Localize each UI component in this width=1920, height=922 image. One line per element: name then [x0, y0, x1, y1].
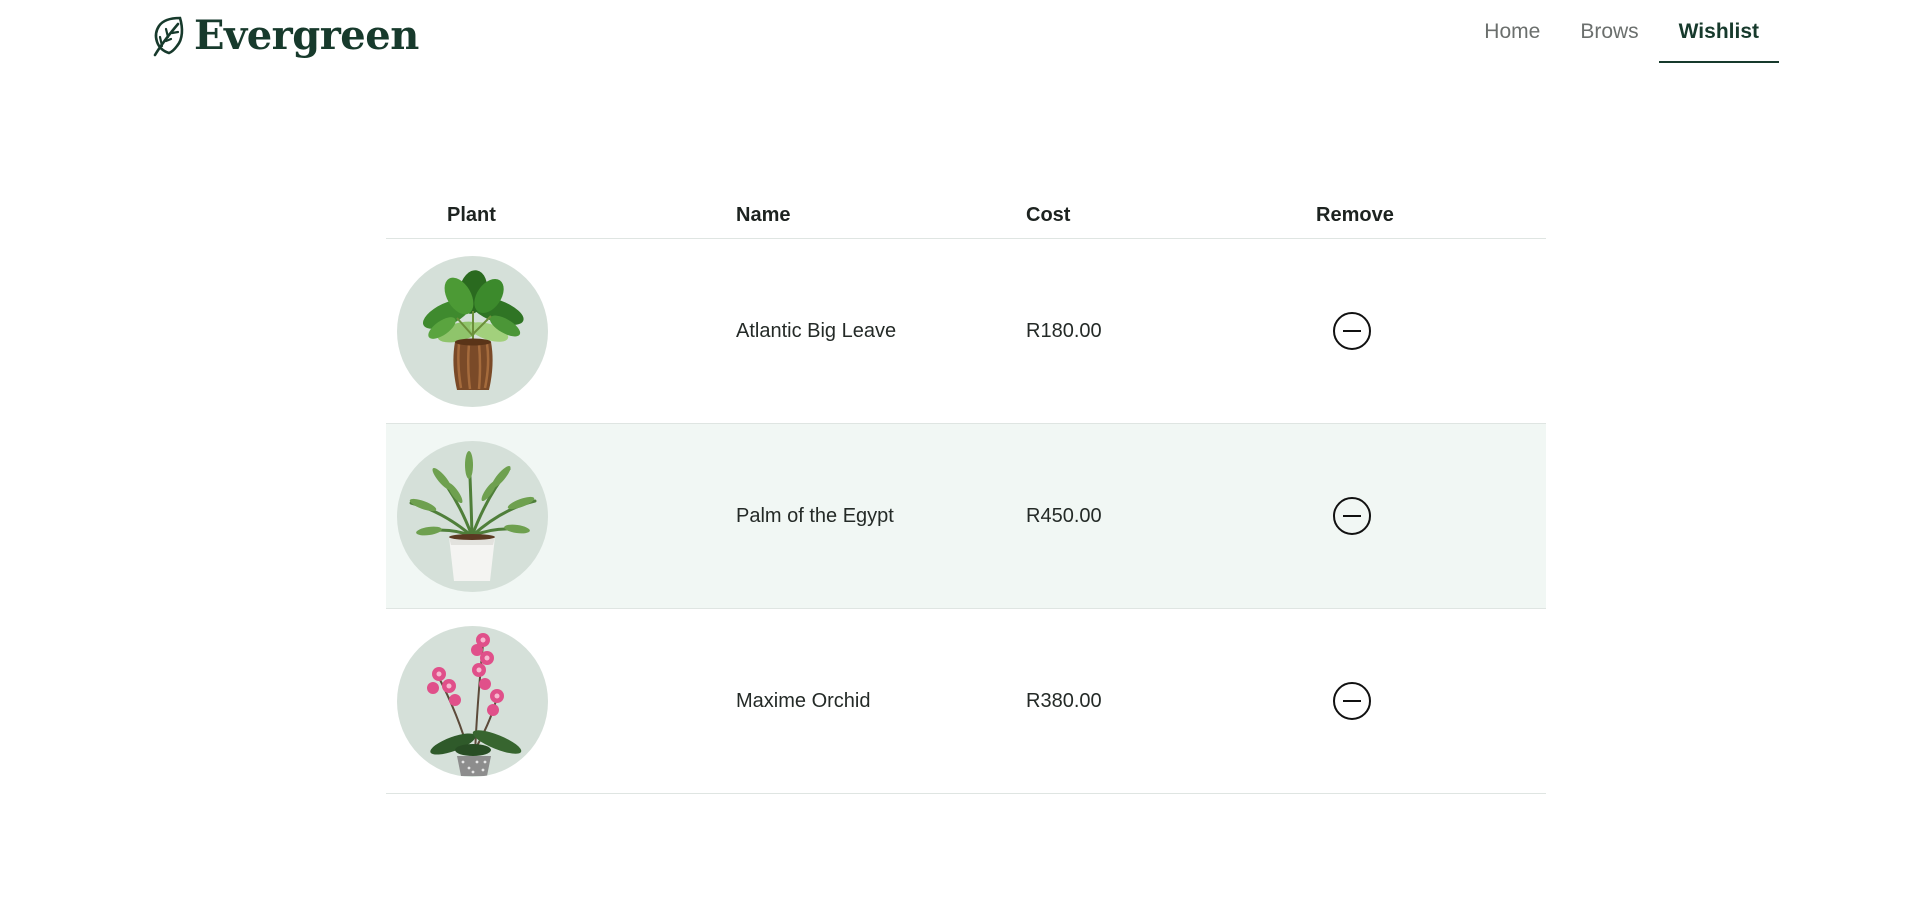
leaf-icon — [153, 16, 184, 57]
nav-wishlist[interactable]: Wishlist — [1658, 0, 1780, 64]
table-row: Palm of the Egypt R450.00 — [386, 424, 1546, 609]
remove-button[interactable] — [1333, 682, 1371, 720]
table-header: Plant Name Cost Remove — [386, 193, 1546, 239]
brand-logo[interactable]: Evergreen — [150, 12, 419, 60]
orchid-icon — [427, 632, 522, 776]
plant-name: Maxime Orchid — [736, 689, 871, 712]
remove-button[interactable] — [1333, 312, 1371, 350]
plant-cost: R450.00 — [1026, 504, 1102, 527]
plant-image — [397, 440, 548, 592]
remove-button[interactable] — [1333, 497, 1371, 535]
plant-cost: R180.00 — [1026, 319, 1102, 342]
main-nav: Home Brows Wishlist — [1464, 0, 1780, 64]
plant-image — [397, 255, 548, 407]
plant-cell — [386, 440, 736, 592]
potted-palm-icon — [409, 450, 537, 581]
column-header-name: Name — [736, 204, 791, 226]
remove-cell — [1316, 312, 1546, 350]
table-row: Atlantic Big Leave R180.00 — [386, 239, 1546, 424]
column-header-plant: Plant — [447, 204, 496, 226]
potted-leafy-plant-icon — [422, 269, 524, 390]
plant-cell — [386, 625, 736, 777]
site-header: Evergreen Home Brows Wishlist — [0, 0, 1920, 78]
table-row: Maxime Orchid R380.00 — [386, 609, 1546, 794]
wishlist-table: Plant Name Cost Remove Atlantic Big Leav… — [386, 193, 1546, 794]
column-header-cost: Cost — [1026, 204, 1071, 226]
plant-cell — [386, 255, 736, 407]
plant-name: Palm of the Egypt — [736, 504, 894, 527]
column-header-remove: Remove — [1316, 204, 1394, 226]
plant-image — [397, 625, 548, 777]
plant-name: Atlantic Big Leave — [736, 319, 897, 342]
nav-brows[interactable]: Brows — [1560, 0, 1658, 64]
plant-cost: R380.00 — [1026, 689, 1102, 712]
nav-home[interactable]: Home — [1464, 0, 1560, 64]
remove-cell — [1316, 497, 1546, 535]
remove-cell — [1316, 682, 1546, 720]
brand-name: Evergreen — [194, 12, 419, 59]
